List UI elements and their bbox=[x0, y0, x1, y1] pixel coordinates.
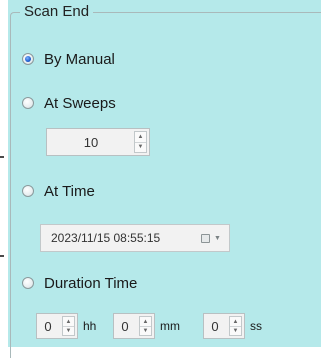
datetime-value[interactable]: 2023/11/15 08:55:15 bbox=[51, 225, 160, 251]
sweeps-spinner[interactable]: 10 ▲ ▼ bbox=[46, 128, 150, 156]
radio-by-manual[interactable]: By Manual bbox=[22, 49, 115, 69]
seconds-unit: ss bbox=[250, 319, 262, 333]
edge-tick-mark bbox=[0, 154, 4, 160]
minutes-value[interactable]: 0 bbox=[114, 314, 136, 338]
chevron-down-icon: ▼ bbox=[214, 234, 221, 242]
seconds-value[interactable]: 0 bbox=[204, 314, 226, 338]
spin-down-icon[interactable]: ▼ bbox=[135, 142, 146, 152]
edge-tick-mark bbox=[0, 253, 4, 259]
spin-down-icon[interactable]: ▼ bbox=[140, 326, 151, 335]
spinner-buttons[interactable]: ▲ ▼ bbox=[134, 131, 147, 153]
hours-unit: hh bbox=[83, 319, 97, 333]
group-title: Scan End bbox=[20, 2, 94, 22]
calendar-dropdown-button[interactable]: ▼ bbox=[201, 231, 223, 245]
radio-unselected-icon[interactable] bbox=[22, 97, 34, 109]
datetime-picker[interactable]: 2023/11/15 08:55:15 ▼ bbox=[40, 224, 230, 252]
radio-selected-icon[interactable] bbox=[22, 53, 34, 65]
sweeps-value[interactable]: 10 bbox=[47, 129, 135, 155]
spinner-buttons[interactable]: ▲ ▼ bbox=[229, 316, 242, 336]
spin-down-icon[interactable]: ▼ bbox=[63, 326, 74, 335]
spinner-buttons[interactable]: ▲ ▼ bbox=[139, 316, 152, 336]
spin-down-icon[interactable]: ▼ bbox=[230, 326, 241, 335]
hours-value[interactable]: 0 bbox=[37, 314, 59, 338]
radio-unselected-icon[interactable] bbox=[22, 185, 34, 197]
radio-label-duration-time: Duration Time bbox=[44, 274, 138, 292]
seconds-spinner[interactable]: 0 ▲ ▼ bbox=[203, 313, 245, 339]
minutes-unit: mm bbox=[160, 319, 180, 333]
radio-label-by-manual: By Manual bbox=[44, 50, 115, 68]
radio-label-at-sweeps: At Sweeps bbox=[44, 94, 116, 112]
calendar-icon bbox=[201, 233, 210, 243]
hours-spinner[interactable]: 0 ▲ ▼ bbox=[36, 313, 78, 339]
minutes-spinner[interactable]: 0 ▲ ▼ bbox=[113, 313, 155, 339]
spinner-buttons[interactable]: ▲ ▼ bbox=[62, 316, 75, 336]
radio-unselected-icon[interactable] bbox=[22, 277, 34, 289]
radio-at-sweeps[interactable]: At Sweeps bbox=[22, 93, 116, 113]
radio-duration-time[interactable]: Duration Time bbox=[22, 273, 137, 293]
radio-at-time[interactable]: At Time bbox=[22, 181, 95, 201]
left-edge-strip bbox=[0, 0, 8, 347]
radio-label-at-time: At Time bbox=[44, 182, 95, 200]
